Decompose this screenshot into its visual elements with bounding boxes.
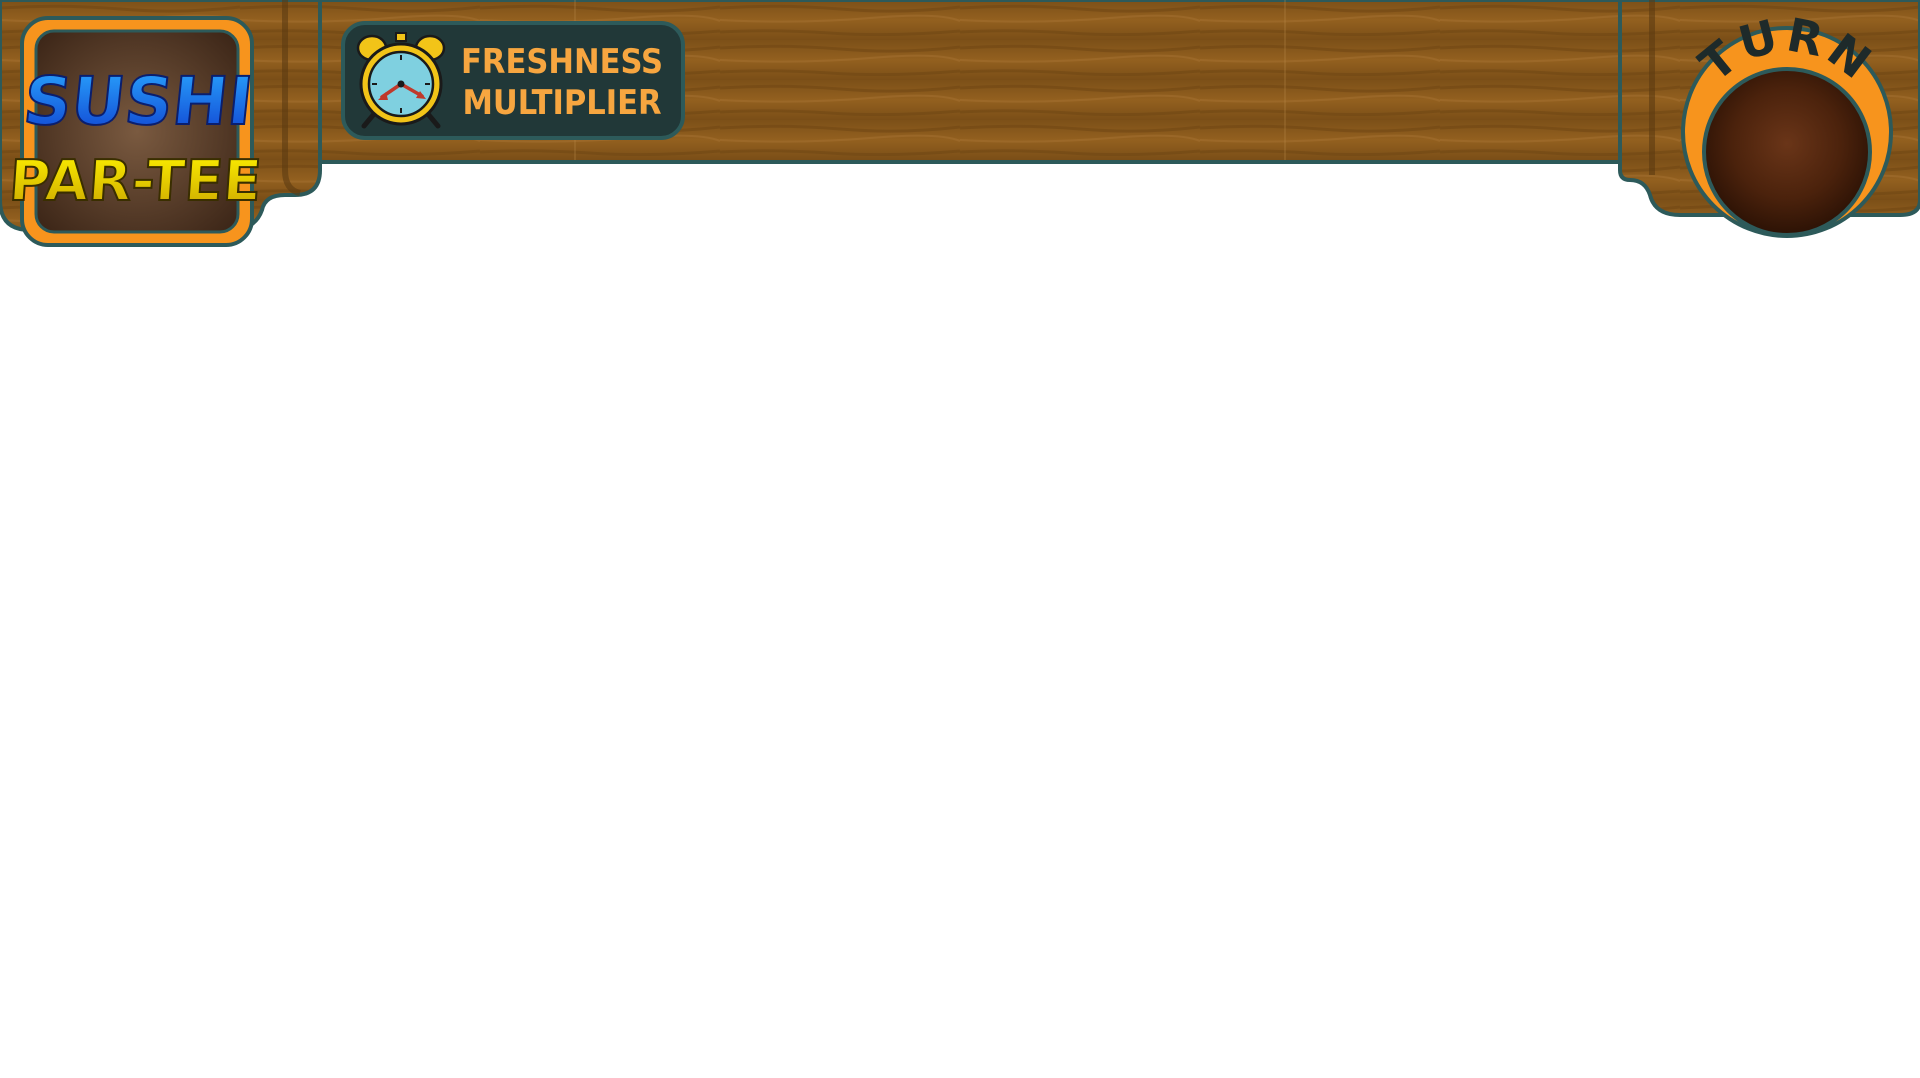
logo-line-1: SUSHI xyxy=(20,63,257,140)
top-hud: SUSHI PAR-TEE FRESHNESS MULTIPLIER TURN xyxy=(0,0,1920,247)
turn-indicator[interactable]: TURN xyxy=(1681,7,1893,238)
alarm-clock-icon xyxy=(356,32,446,129)
freshness-label-line-2: MULTIPLIER xyxy=(462,83,661,123)
turn-slot xyxy=(1702,67,1872,237)
logo-line-2: PAR-TEE xyxy=(7,149,264,214)
play-area xyxy=(0,260,1920,1078)
game-screen: SUSHI PAR-TEE FRESHNESS MULTIPLIER TURN xyxy=(0,0,1920,1078)
game-logo: SUSHI PAR-TEE xyxy=(6,16,265,247)
freshness-label-line-1: FRESHNESS xyxy=(461,42,663,82)
freshness-multiplier-badge[interactable]: FRESHNESS MULTIPLIER xyxy=(341,21,685,140)
